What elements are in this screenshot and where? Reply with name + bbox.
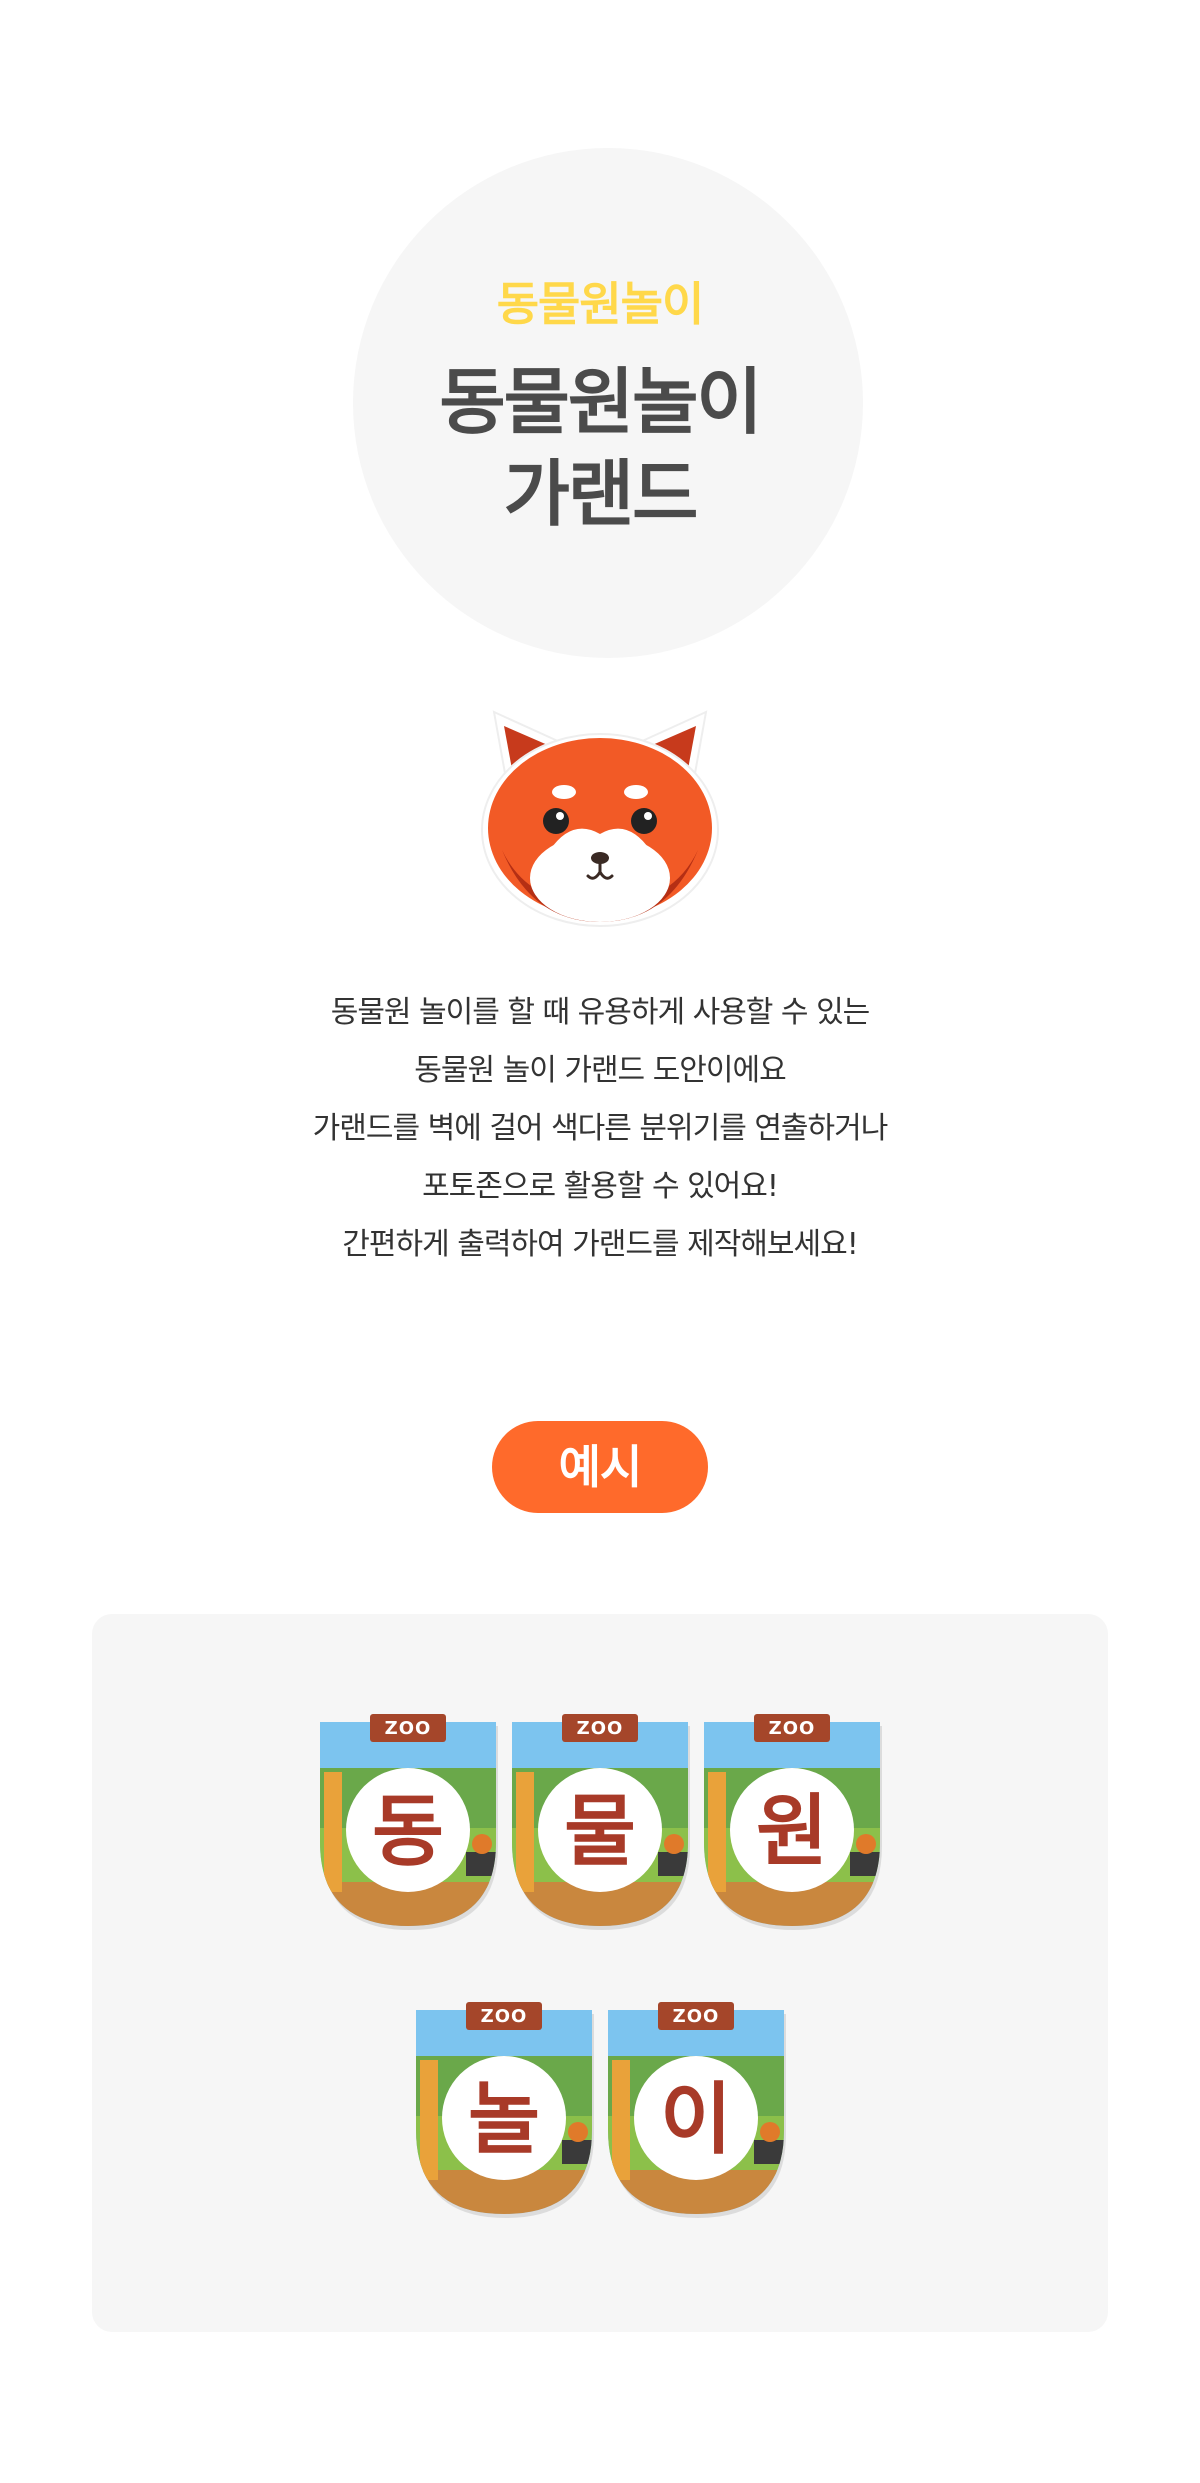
zoo-sign-text: ZOO (384, 1718, 432, 1739)
example-badge: 예시 (492, 1421, 708, 1513)
garland-flag: ZOO 놀 (412, 2000, 596, 2222)
garland-letter: 원 (756, 1787, 828, 1877)
garland-letter: 물 (564, 1787, 636, 1877)
garland-letter: 놀 (468, 2075, 540, 2165)
description-line: 동물원 놀이를 할 때 유용하게 사용할 수 있는 (330, 995, 871, 1030)
garland-letter: 동 (372, 1787, 444, 1877)
zoo-sign-text: ZOO (576, 1718, 624, 1739)
description-line: 포토존으로 활용할 수 있어요! (422, 1169, 779, 1204)
red-panda-icon (472, 700, 728, 930)
page-title-line2: 가랜드 (503, 452, 699, 536)
zoo-sign-text: ZOO (672, 2006, 720, 2027)
garland-letter: 이 (660, 2075, 732, 2165)
garland-flag: ZOO 동 (316, 1712, 500, 1934)
description-line: 간편하게 출력하여 가랜드를 제작해보세요! (342, 1227, 858, 1262)
description-line: 가랜드를 벽에 걸어 색다른 분위기를 연출하거나 (312, 1111, 889, 1146)
garland-flag: ZOO 이 (604, 2000, 788, 2222)
garland-flag: ZOO 원 (700, 1712, 884, 1934)
zoo-sign-text: ZOO (768, 1718, 816, 1739)
description: 동물원 놀이를 할 때 유용하게 사용할 수 있는 동물원 놀이 가랜드 도안이… (0, 984, 1200, 1274)
description-line: 동물원 놀이 가랜드 도안이에요 (414, 1053, 786, 1088)
page-title: 동물원놀이 가랜드 (0, 356, 1200, 540)
garland-flag: ZOO 물 (508, 1712, 692, 1934)
zoo-sign-text: ZOO (480, 2006, 528, 2027)
page-title-line1: 동물원놀이 (439, 360, 762, 444)
hero-subtitle: 동물원놀이 (496, 277, 705, 331)
